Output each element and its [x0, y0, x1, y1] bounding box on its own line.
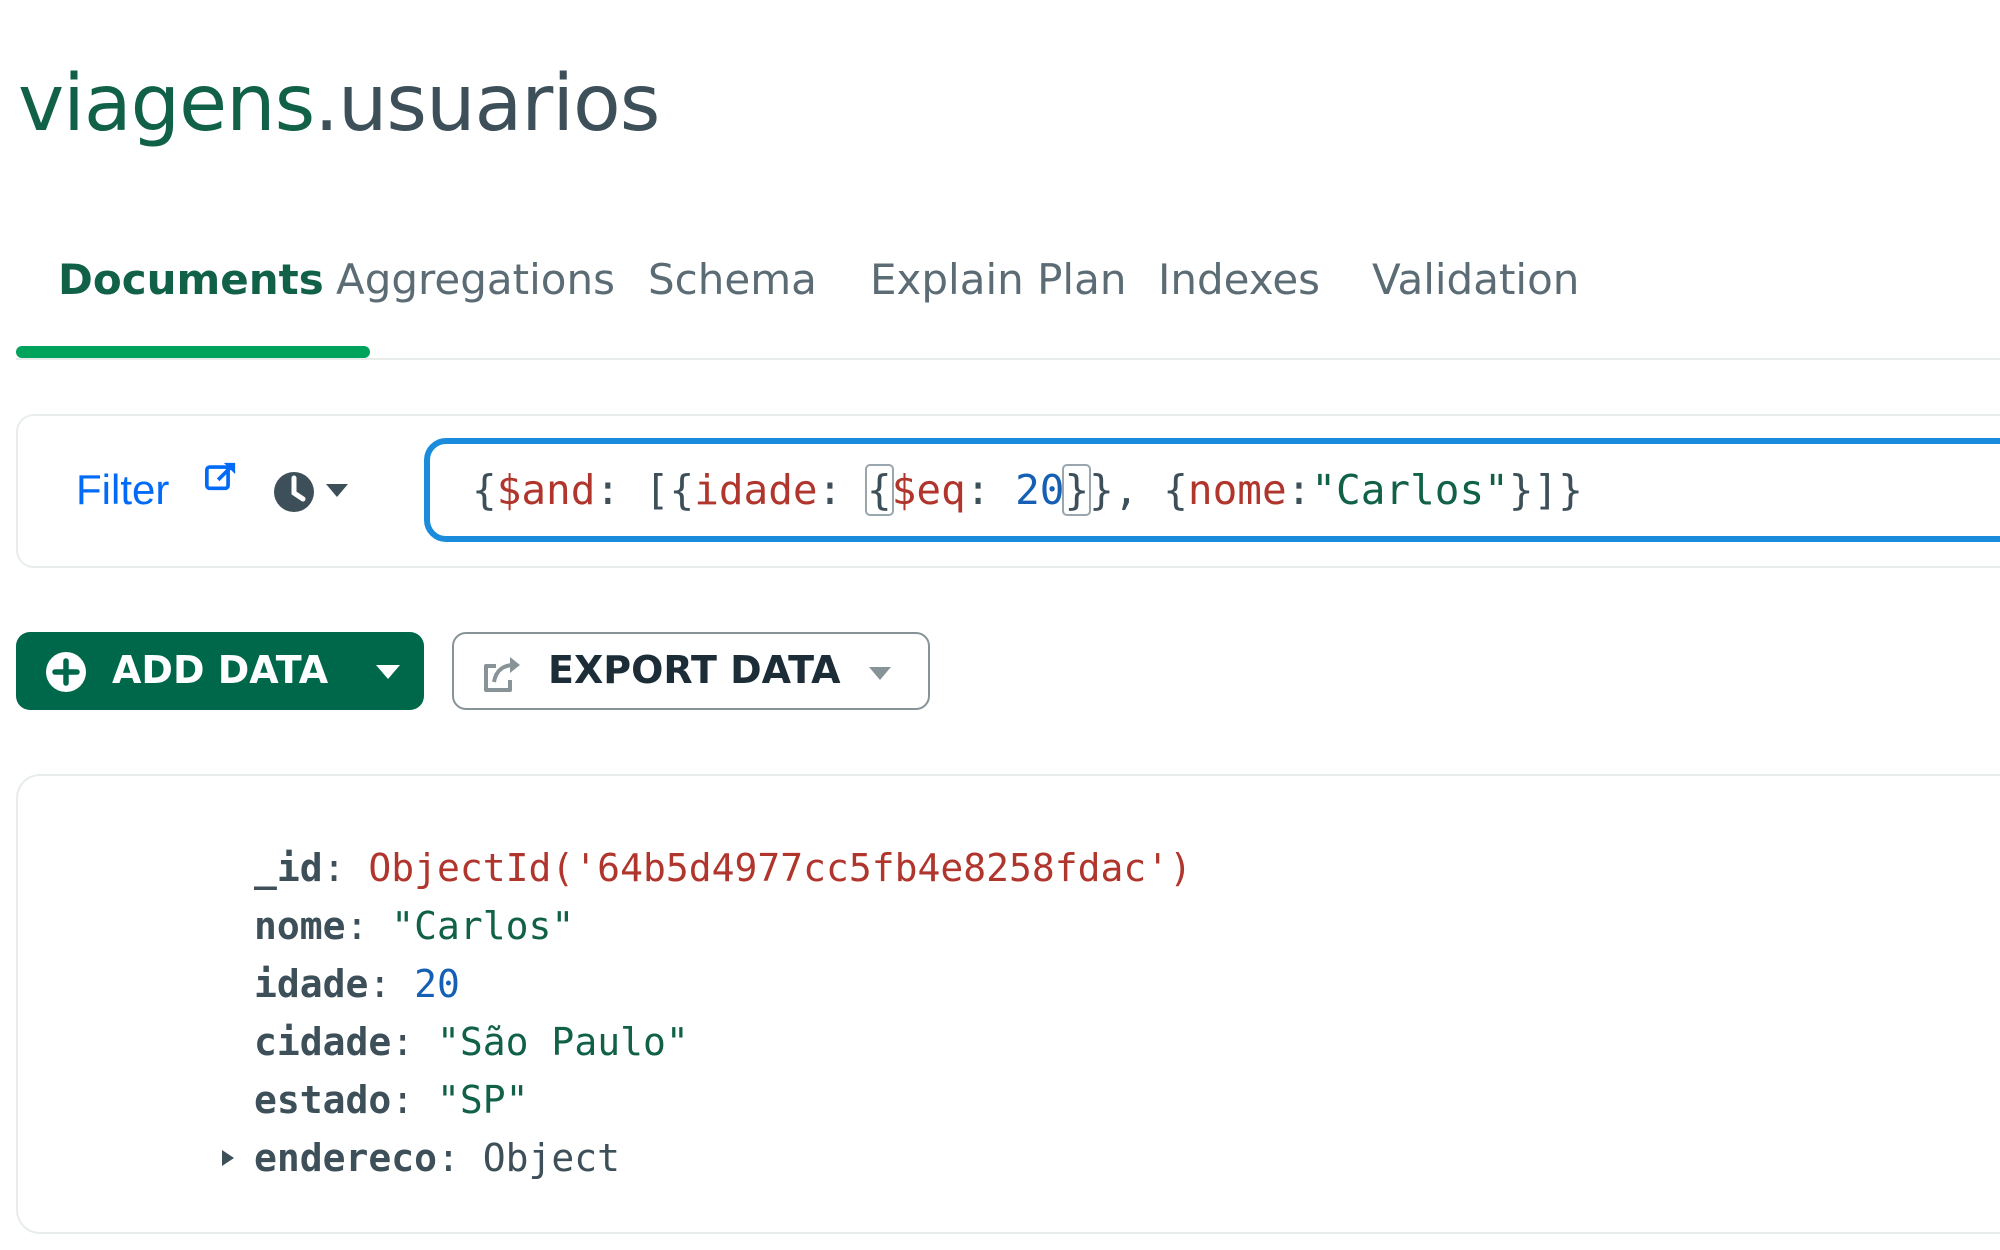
- query-bar: Filter {$and: [{idade: {$eq: 20}}, {nome…: [16, 414, 2000, 568]
- collection-title: viagens.usuarios: [18, 56, 660, 152]
- filter-docs-link[interactable]: Filter: [76, 462, 236, 514]
- export-icon: [484, 657, 520, 692]
- field-colon: :: [437, 1136, 483, 1180]
- matched-brace: {: [865, 464, 894, 516]
- query-token-string: "Carlos": [1311, 466, 1509, 514]
- document-field-idade[interactable]: idade: 20: [254, 956, 460, 1012]
- query-token-key: idade: [694, 466, 818, 514]
- query-token-key: $eq: [891, 466, 966, 514]
- field-colon: :: [345, 904, 392, 948]
- query-token-key: nome: [1187, 466, 1287, 514]
- add-data-button[interactable]: ADD DATA: [16, 632, 424, 710]
- export-data-button[interactable]: EXPORT DATA: [452, 632, 930, 710]
- field-key: endereco: [254, 1136, 438, 1180]
- field-key: _id: [254, 846, 323, 890]
- tab-indexes[interactable]: Indexes: [1158, 240, 1320, 358]
- chevron-down-icon: [869, 667, 891, 680]
- tab-aggregations[interactable]: Aggregations: [336, 240, 615, 358]
- document-field-estado[interactable]: estado: "SP": [254, 1072, 529, 1128]
- query-token: :: [965, 466, 1016, 514]
- export-data-label: EXPORT DATA: [548, 648, 841, 692]
- field-key: nome: [254, 904, 346, 948]
- add-data-label: ADD DATA: [112, 648, 329, 692]
- field-value: Object: [482, 1136, 621, 1180]
- collection-tabs: Documents Aggregations Schema Explain Pl…: [16, 240, 2000, 360]
- filter-query-input[interactable]: {$and: [{idade: {$eq: 20}}, {nome:"Carlo…: [424, 438, 2000, 542]
- tab-documents[interactable]: Documents: [58, 240, 324, 358]
- query-history-button[interactable]: [274, 462, 384, 522]
- caret-right-icon: [222, 1150, 234, 1166]
- query-token: {: [472, 466, 497, 514]
- query-token: }, {: [1089, 466, 1188, 514]
- document-field-cidade[interactable]: cidade: "São Paulo": [254, 1014, 689, 1070]
- field-colon: :: [322, 846, 369, 890]
- plus-circle-icon: [46, 652, 86, 692]
- compass-collection-view: viagens.usuarios Documents Aggregations …: [0, 0, 2000, 1250]
- filter-label: Filter: [76, 466, 170, 513]
- query-token-key: $and: [496, 466, 596, 514]
- field-value: "São Paulo": [437, 1020, 689, 1064]
- matched-brace: }: [1062, 464, 1092, 516]
- field-colon: :: [368, 962, 415, 1006]
- field-value: "Carlos": [391, 904, 575, 948]
- query-token: }]}: [1508, 466, 1583, 514]
- active-tab-indicator: [16, 346, 370, 358]
- tab-explain-plan[interactable]: Explain Plan: [870, 240, 1126, 358]
- query-token: : [{: [595, 466, 695, 514]
- query-token-number: 20: [1015, 466, 1065, 514]
- expand-endereco-button[interactable]: [214, 1130, 242, 1186]
- field-value: 20: [414, 962, 460, 1006]
- query-token: :: [1286, 466, 1312, 514]
- collection-name: usuarios: [338, 59, 660, 149]
- field-key: idade: [254, 962, 369, 1006]
- chevron-down-icon: [376, 665, 400, 679]
- tab-validation[interactable]: Validation: [1372, 240, 1579, 358]
- field-colon: :: [391, 1020, 438, 1064]
- database-name[interactable]: viagens: [18, 59, 315, 149]
- tab-schema[interactable]: Schema: [648, 240, 817, 358]
- title-separator: .: [314, 59, 339, 149]
- document-field-id[interactable]: _id: ObjectId('64b5d4977cc5fb4e8258fdac'…: [254, 840, 1192, 896]
- field-key: estado: [254, 1078, 392, 1122]
- clock-icon: [274, 472, 348, 512]
- field-key: cidade: [254, 1020, 392, 1064]
- chevron-down-icon: [326, 484, 348, 497]
- document-field-endereco[interactable]: endereco: Object: [254, 1130, 620, 1186]
- document-field-nome[interactable]: nome: "Carlos": [254, 898, 574, 954]
- field-colon: :: [391, 1078, 438, 1122]
- external-link-icon: [204, 462, 236, 491]
- document-card[interactable]: _id: ObjectId('64b5d4977cc5fb4e8258fdac'…: [16, 774, 2000, 1234]
- field-value: ObjectId('64b5d4977cc5fb4e8258fdac'): [368, 846, 1193, 890]
- field-value: "SP": [437, 1078, 529, 1122]
- query-token: :: [817, 466, 867, 514]
